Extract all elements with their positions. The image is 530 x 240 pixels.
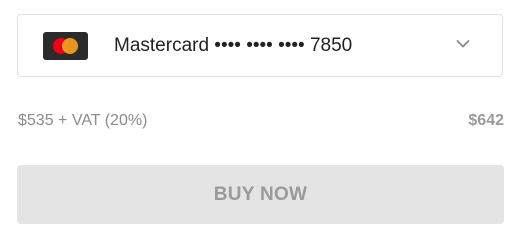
mastercard-icon [43,32,88,60]
chevron-down-icon[interactable] [456,39,470,49]
payment-method-select[interactable]: Mastercard •••• •••• •••• 7850 [17,14,503,77]
mastercard-orange-circle [62,38,78,54]
price-breakdown: $535 + VAT (20%) [18,112,148,129]
buy-now-button[interactable]: BUY NOW [17,165,504,224]
price-total: $642 [468,112,504,129]
checkout-panel: Mastercard •••• •••• •••• 7850 $535 + VA… [0,0,530,238]
payment-method-label: Mastercard •••• •••• •••• 7850 [114,35,353,56]
price-row: $535 + VAT (20%) $642 [17,110,504,134]
